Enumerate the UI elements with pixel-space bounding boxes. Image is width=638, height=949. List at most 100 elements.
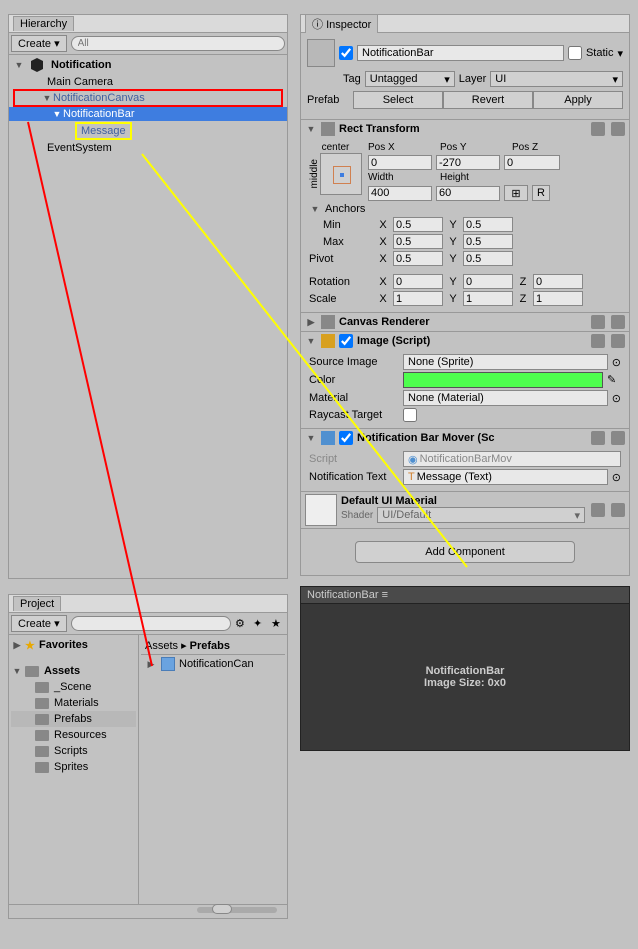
rot-z[interactable] [533, 274, 583, 289]
image-icon [321, 334, 335, 348]
layer-dropdown[interactable]: UI▾ [490, 71, 623, 87]
hierarchy-toolbar: Create ▾ [9, 33, 287, 55]
inspector-tab[interactable]: ⓘ Inspector [305, 14, 378, 33]
breadcrumb-prefabs[interactable]: Prefabs [190, 640, 230, 652]
project-folder-materials[interactable]: Materials [11, 695, 136, 711]
gear-icon[interactable] [611, 122, 625, 136]
tag-dropdown[interactable]: Untagged▾ [365, 71, 455, 87]
anchor-min-y[interactable] [463, 217, 513, 232]
hierarchy-item-event-system[interactable]: EventSystem [9, 141, 287, 155]
dropdown-arrow-icon: ▾ [444, 73, 450, 86]
scale-z[interactable] [533, 291, 583, 306]
width-field[interactable] [368, 186, 432, 201]
gameobject-name-field[interactable] [357, 45, 564, 61]
foldout-icon[interactable]: ▼ [309, 204, 321, 214]
add-component-button[interactable]: Add Component [355, 541, 575, 563]
foldout-icon[interactable]: ▼ [305, 433, 317, 443]
project-folder-scripts[interactable]: Scripts [11, 743, 136, 759]
gear-icon[interactable] [611, 334, 625, 348]
folder-icon [35, 746, 49, 757]
blueprint-button[interactable]: ⊞ [504, 185, 528, 201]
help-icon[interactable] [591, 315, 605, 329]
prefab-revert-button[interactable]: Revert [443, 91, 533, 109]
hierarchy-item-notification-bar[interactable]: ▼NotificationBar [9, 107, 287, 121]
rot-x[interactable] [393, 274, 443, 289]
hierarchy-item-main-camera[interactable]: Main Camera [9, 75, 287, 89]
eyedropper-icon[interactable]: ✎ [607, 373, 621, 387]
foldout-icon[interactable]: ▼ [305, 336, 317, 346]
script-field[interactable]: ◉NotificationBarMov [403, 451, 621, 467]
script-enabled-checkbox[interactable] [339, 431, 353, 445]
source-image-field[interactable]: None (Sprite) [403, 354, 608, 370]
rot-y[interactable] [463, 274, 513, 289]
project-folder-prefabs[interactable]: Prefabs [11, 711, 136, 727]
filter-icon[interactable]: ⚙ [235, 617, 249, 630]
project-folder-scene[interactable]: _Scene [11, 679, 136, 695]
static-dropdown-icon[interactable]: ▾ [617, 47, 623, 60]
pivot-x[interactable] [393, 251, 443, 266]
gear-icon[interactable] [611, 431, 625, 445]
project-zoom-slider[interactable] [197, 907, 277, 913]
gear-icon[interactable] [611, 315, 625, 329]
project-favorites[interactable]: ▶★Favorites [11, 637, 136, 653]
anchor-preset-button[interactable] [320, 153, 362, 195]
hierarchy-item-message[interactable]: Message [75, 122, 132, 140]
preview-header[interactable]: NotificationBar ≡ [301, 587, 629, 604]
color-field[interactable] [403, 372, 603, 388]
project-folder-sprites[interactable]: Sprites [11, 759, 136, 775]
raw-edit-button[interactable]: R [532, 185, 550, 201]
gear-icon[interactable] [611, 503, 625, 517]
pivot-y[interactable] [463, 251, 513, 266]
scale-x[interactable] [393, 291, 443, 306]
object-picker-icon[interactable]: ⊙ [612, 356, 621, 369]
object-picker-icon[interactable]: ⊙ [612, 471, 621, 484]
foldout-icon: ▶ [11, 640, 23, 651]
hierarchy-item-notification-canvas[interactable]: ▼NotificationCanvas [13, 89, 283, 107]
image-enabled-checkbox[interactable] [339, 334, 353, 348]
anchor-max-x[interactable] [393, 234, 443, 249]
project-create-button[interactable]: Create ▾ [11, 615, 67, 632]
inspector-panel: ⓘ Inspector Static ▾ Tag Untagged▾ Layer… [300, 14, 630, 576]
component-title: Canvas Renderer [339, 316, 585, 328]
project-tab[interactable]: Project [13, 596, 61, 611]
project-item-prefab[interactable]: ▶ NotificationCan [141, 655, 285, 673]
filter-icon-2[interactable]: ✦ [253, 617, 267, 630]
height-field[interactable] [436, 186, 500, 201]
foldout-icon: ▼ [11, 666, 23, 676]
hierarchy-scene-row[interactable]: ▼ Notification [9, 55, 287, 75]
raycast-checkbox[interactable] [403, 408, 417, 422]
anchor-max-y[interactable] [463, 234, 513, 249]
help-icon[interactable] [591, 503, 605, 517]
hierarchy-tab[interactable]: Hierarchy [13, 16, 74, 31]
material-field[interactable]: None (Material) [403, 390, 608, 406]
foldout-icon[interactable]: ▼ [305, 124, 317, 134]
object-picker-icon[interactable]: ⊙ [612, 392, 621, 405]
favorite-icon[interactable]: ★ [271, 617, 285, 630]
project-tree: ▶★Favorites ▼Assets _Scene Materials Pre… [9, 635, 139, 904]
posx-field[interactable] [368, 155, 432, 170]
component-title: Rect Transform [339, 123, 585, 135]
help-icon[interactable] [591, 431, 605, 445]
notification-text-field[interactable]: TMessage (Text) [403, 469, 608, 485]
prefab-select-button[interactable]: Select [353, 91, 443, 109]
anchor-min-x[interactable] [393, 217, 443, 232]
static-checkbox[interactable] [568, 46, 582, 60]
posy-field[interactable] [436, 155, 500, 170]
gameobject-active-checkbox[interactable] [339, 46, 353, 60]
project-folder-resources[interactable]: Resources [11, 727, 136, 743]
help-icon[interactable] [591, 334, 605, 348]
hierarchy-create-button[interactable]: Create ▾ [11, 35, 67, 52]
help-icon[interactable] [591, 122, 605, 136]
project-search-input[interactable] [71, 616, 231, 631]
shader-dropdown[interactable]: UI/Default▾ [377, 507, 585, 523]
folder-icon [35, 714, 49, 725]
foldout-icon: ▼ [41, 93, 53, 103]
prefab-apply-button[interactable]: Apply [533, 91, 623, 109]
scale-y[interactable] [463, 291, 513, 306]
foldout-icon[interactable]: ▶ [305, 317, 317, 328]
breadcrumb-assets[interactable]: Assets [145, 640, 178, 652]
posz-field[interactable] [504, 155, 560, 170]
project-assets-root[interactable]: ▼Assets [11, 663, 136, 679]
hierarchy-search-input[interactable] [71, 36, 285, 51]
folder-icon [35, 682, 49, 693]
